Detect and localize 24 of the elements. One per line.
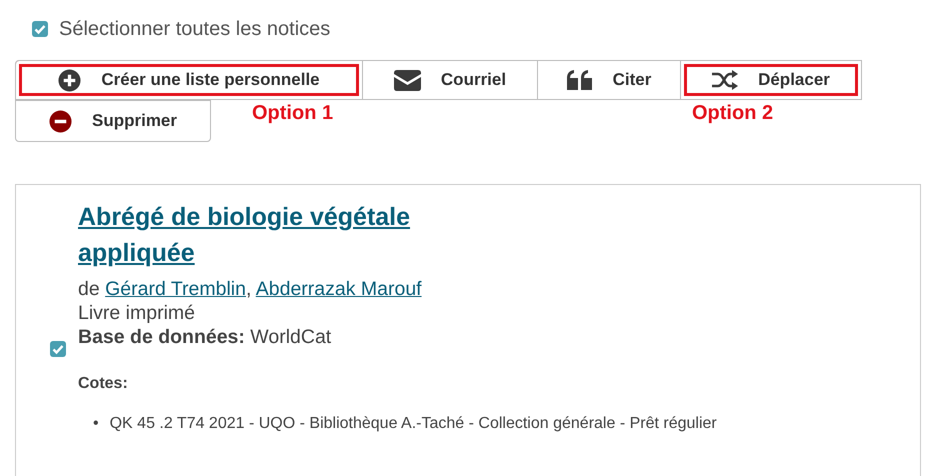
quote-icon [566, 70, 593, 90]
call-number-text: QK 45 .2 T74 2021 - UQO - Bibliothèque A.-Taché - Collection générale - Prêt régulier [110, 414, 718, 434]
annotation-label: Option 2 [692, 102, 774, 125]
database-text: Base de données: WorldCat [78, 325, 332, 349]
checkbox[interactable] [50, 341, 66, 357]
action-button[interactable]: Courriel [362, 60, 538, 100]
shuffle-icon [712, 70, 738, 90]
record-title-link[interactable]: Abrégé de biologie végétale appliquée [78, 199, 458, 271]
bullet: • [93, 414, 99, 434]
action-button[interactable]: Créer une liste personnelle [15, 60, 363, 100]
author-link[interactable]: Gérard Tremblin [105, 278, 246, 300]
annotation-label: Option 1 [252, 102, 334, 125]
author-link[interactable]: Abderrazak Marouf [256, 278, 422, 300]
envelope-icon [394, 70, 421, 90]
action-button[interactable]: Citer [537, 60, 681, 100]
action-button[interactable]: Supprimer [15, 100, 211, 142]
call-numbers-heading: Cotes: [78, 375, 129, 393]
plus-icon [58, 68, 82, 92]
checkbox-label: Sélectionner toutes les notices [59, 18, 330, 40]
minus-icon [48, 110, 72, 132]
checkbox[interactable] [32, 21, 48, 37]
action-button[interactable]: Déplacer [680, 60, 862, 100]
format-text: Livre imprimé [78, 301, 196, 325]
authors-line: de Gérard Tremblin, Abderrazak Marouf [78, 277, 423, 301]
